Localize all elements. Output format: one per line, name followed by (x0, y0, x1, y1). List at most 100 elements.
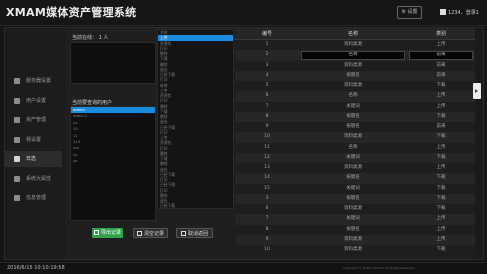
table-header: 编号 名称 类别 (235, 28, 475, 40)
clear-label: 清空记录 (143, 231, 164, 237)
table-cell: 资料类源 (344, 206, 362, 211)
sidebar-item-1[interactable]: 用户设置 (5, 93, 62, 109)
table-cell: 3 (265, 195, 269, 201)
table-cell: 15 (264, 185, 270, 191)
export-label: 导出记录 (100, 230, 121, 236)
table-cell: 资料类源 (344, 83, 362, 88)
table-cell: 按键名 (346, 195, 360, 201)
query-user-label: 当前要查询的用户 (72, 100, 113, 106)
type-dropdown-list[interactable]: 名称 上传 资源包 打印 删除 下载 删除 退出 已经下载 打印 修改 上传 资源包 打印 删除 下载 删除 退出… (157, 29, 234, 209)
table-cell: 7 (265, 216, 269, 222)
sidebar: 服务器设置用户设置资产管理我设置日志系统大属性信息管理 (5, 28, 62, 259)
table-row[interactable]: 5 资料类源 下载 (235, 81, 475, 91)
table-cell: 前来 (436, 62, 446, 68)
table-cell: 上传 (436, 216, 446, 222)
table-cell: 6 (265, 206, 269, 211)
table-cell-editor[interactable]: 名称 (301, 51, 405, 60)
table-row[interactable]: 8 按键名 上传 (235, 225, 475, 235)
export-records-button[interactable]: 导出记录 (92, 228, 123, 238)
table-cell: 按键名 (346, 113, 360, 119)
person-icon (14, 136, 20, 143)
sidebar-item-6[interactable]: 信息管理 (5, 190, 62, 206)
table-cell: 关键词 (346, 185, 360, 191)
cancel-return-button[interactable]: 取消返回 (176, 228, 213, 238)
table-row[interactable]: 6 名称 上传 (235, 91, 475, 102)
table-cell: 下载 (436, 134, 446, 140)
monitor-icon (14, 78, 20, 84)
table-row[interactable]: 13 资料类源 上传 (235, 163, 475, 173)
table-cell: 14 (264, 175, 270, 181)
table-row[interactable]: 10 资料类源 下载 (235, 132, 475, 143)
table-cell: 6 (265, 93, 269, 99)
cancel-icon (180, 231, 186, 236)
settings-button[interactable]: ⚙ 设置 (397, 6, 422, 19)
user-avatar-icon (440, 9, 446, 15)
clear-icon (136, 231, 142, 236)
table-row[interactable]: 9 按键名 前来 (235, 122, 475, 132)
col-header-id[interactable]: 编号 (235, 28, 299, 40)
table-row[interactable]: 6 资料类源 下载 (235, 204, 475, 214)
table-cell: 下载 (436, 113, 446, 119)
table-row[interactable]: 7 关键词 上传 (235, 214, 475, 225)
user-list-item[interactable]: xx (71, 158, 155, 164)
table-row[interactable]: 10 资料类源 下载 (235, 245, 475, 255)
table-cell: 9 (265, 124, 269, 129)
table-cell: 名称 (348, 144, 358, 150)
table-row[interactable]: 1 资料类源 上传 (235, 40, 475, 50)
clear-records-button[interactable]: 清空记录 (133, 228, 168, 238)
table-row[interactable]: 8 按键名 下载 (235, 111, 475, 122)
sidebar-item-label: 日志 (26, 156, 37, 162)
table-cell: 上传 (436, 236, 446, 242)
table-cell: 资料类源 (344, 42, 362, 47)
table-cell: 前来 (436, 72, 446, 78)
table-cell: 10 (264, 247, 270, 252)
table-cell: 下载 (436, 247, 446, 252)
table-cell: 4 (265, 72, 269, 78)
table-row[interactable]: 3 按键名 下载 (235, 193, 475, 204)
user-info-text: 1234、登录1 (448, 10, 479, 16)
sidebar-item-2[interactable]: 资产管理 (5, 112, 62, 128)
table-cell: 前来 (436, 124, 446, 129)
system-icon (14, 175, 20, 182)
col-header-name[interactable]: 名称 (299, 28, 407, 40)
table-cell: 按键名 (346, 175, 360, 181)
dropdown-option[interactable]: 已经下载 (158, 203, 233, 208)
scrollbar-handle[interactable] (473, 83, 481, 99)
table-row[interactable]: 11 名称 上传 (235, 143, 475, 153)
table-cell: 5 (265, 83, 269, 88)
table-scrollbar[interactable] (476, 28, 483, 259)
table-cell-editor[interactable]: 前来 (409, 51, 473, 60)
table-row[interactable]: 12 关键词 下载 (235, 152, 475, 163)
table-row[interactable]: 4 按键名 前来 (235, 70, 475, 81)
sidebar-item-4[interactable]: 日志 (5, 151, 62, 167)
online-count-label: 当前在线： 1 人 (72, 35, 109, 41)
table-row[interactable]: 2 名称 前来 (235, 50, 475, 61)
user-info[interactable]: 1234、登录1 (440, 9, 479, 16)
sidebar-item-3[interactable]: 我设置 (5, 132, 62, 148)
table-cell: 1 (265, 42, 269, 47)
asset-icon (14, 117, 20, 123)
table-row[interactable]: 7 关键词 上传 (235, 102, 475, 112)
col-header-type[interactable]: 类别 (407, 28, 475, 40)
table-cell: 下载 (436, 206, 446, 211)
table-row[interactable]: 9 资料类源 上传 (235, 234, 475, 245)
table-cell: 上传 (436, 93, 446, 99)
table-cell: 8 (265, 226, 269, 232)
table-cell: 13 (264, 165, 270, 170)
table-cell: 2 (265, 52, 269, 58)
table-cell: 资料类源 (344, 165, 362, 170)
table-cell: 10 (264, 134, 270, 140)
user-listbox[interactable]: admin admin1 xx 10 11 2x3 zxx xx xx (70, 106, 156, 221)
table-cell: 下载 (436, 175, 446, 181)
table-cell: 按键名 (346, 72, 360, 78)
table-row[interactable]: 3 资料类源 前来 (235, 61, 475, 71)
table-cell: 关键词 (346, 103, 360, 109)
table-cell: 下载 (436, 154, 446, 160)
table-row[interactable]: 14 按键名 下载 (235, 173, 475, 184)
table-cell: 下载 (436, 83, 446, 88)
table-row[interactable]: 15 关键词 下载 (235, 184, 475, 194)
status-bar: 2016/6/15 10:10:19:58 Copyright © 2016 X… (0, 262, 487, 274)
sidebar-item-0[interactable]: 服务器设置 (5, 73, 62, 89)
sidebar-item-5[interactable]: 系统大属性 (5, 171, 62, 187)
table-cell: 名称 (348, 93, 358, 99)
